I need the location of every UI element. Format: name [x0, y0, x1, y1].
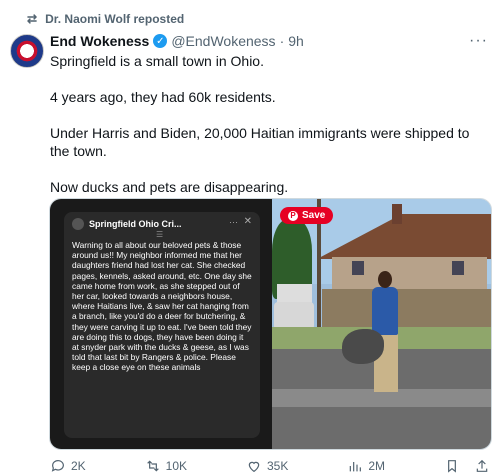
fb-menu-icon: ☰	[156, 230, 164, 239]
avatar[interactable]	[10, 34, 44, 68]
facebook-post-card: Springfield Ohio Cri... ··· ✕ ☰ Warning …	[64, 212, 260, 438]
like-button[interactable]: 35K	[246, 458, 288, 474]
window	[452, 261, 464, 275]
pinterest-save-button[interactable]: P Save	[280, 207, 334, 224]
pinterest-icon: P	[288, 210, 298, 221]
house-roof	[317, 214, 491, 259]
save-label: Save	[302, 210, 326, 221]
repost-icon: ⇄	[27, 12, 38, 26]
repost-icon	[146, 460, 159, 472]
person-body	[372, 287, 398, 335]
bird	[342, 329, 384, 364]
street-photo[interactable]: P Save	[272, 199, 491, 449]
tweet-line: Springfield is a small town in Ohio.	[50, 53, 264, 69]
fence	[322, 289, 491, 327]
fb-close-icon: ✕	[243, 216, 252, 227]
views-icon	[350, 462, 362, 472]
tweet[interactable]: ⇄ Dr. Naomi Wolf reposted End Wokeness ✓…	[0, 0, 500, 475]
garage	[277, 284, 312, 304]
author-name[interactable]: End Wokeness	[50, 33, 149, 49]
person-head	[378, 271, 392, 288]
reply-button[interactable]: 2K	[50, 458, 86, 474]
repost-count: 10K	[165, 459, 188, 473]
fb-title: Springfield Ohio Cri...	[89, 219, 182, 229]
media-grid[interactable]: Springfield Ohio Cri... ··· ✕ ☰ Warning …	[49, 198, 492, 450]
more-options-icon[interactable]: ···	[469, 32, 488, 50]
views-button[interactable]: 2M	[347, 458, 385, 474]
repost-label: Dr. Naomi Wolf reposted	[45, 12, 185, 26]
tweet-header: End Wokeness ✓ @EndWokeness · 9h	[50, 33, 304, 49]
tweet-line: Under Harris and Biden, 20,000 Haitian i…	[50, 125, 470, 159]
fb-avatar	[72, 218, 84, 230]
bookmark-icon[interactable]	[444, 458, 460, 474]
timestamp[interactable]: 9h	[288, 33, 304, 49]
fb-more-icon: ···	[229, 217, 238, 227]
like-count: 35K	[266, 459, 289, 473]
heart-icon	[248, 461, 260, 473]
tweet-text: Springfield is a small town in Ohio. 4 y…	[50, 52, 480, 214]
author-handle[interactable]: @EndWokeness	[171, 33, 275, 49]
verified-badge-icon: ✓	[153, 34, 168, 48]
reply-icon	[51, 460, 64, 472]
parked-car	[274, 302, 314, 330]
repost-indicator: ⇄ Dr. Naomi Wolf reposted	[27, 12, 184, 26]
reply-count: 2K	[71, 459, 86, 473]
window	[352, 261, 364, 275]
tweet-line: 4 years ago, they had 60k residents.	[50, 89, 276, 105]
action-bar: 2K 10K 35K 2M	[50, 458, 490, 474]
fb-header: Springfield Ohio Cri...	[72, 218, 182, 230]
share-icon[interactable]	[474, 458, 490, 474]
tweet-line: Now ducks and pets are disappearing.	[50, 179, 289, 195]
repost-button[interactable]: 10K	[145, 458, 187, 474]
views-count: 2M	[368, 459, 385, 473]
chimney	[392, 204, 402, 224]
separator: ·	[279, 33, 285, 49]
screenshot-image[interactable]: Springfield Ohio Cri... ··· ✕ ☰ Warning …	[50, 199, 272, 449]
fb-post-text: Warning to all about our beloved pets & …	[72, 240, 252, 373]
tail-actions	[444, 458, 490, 474]
